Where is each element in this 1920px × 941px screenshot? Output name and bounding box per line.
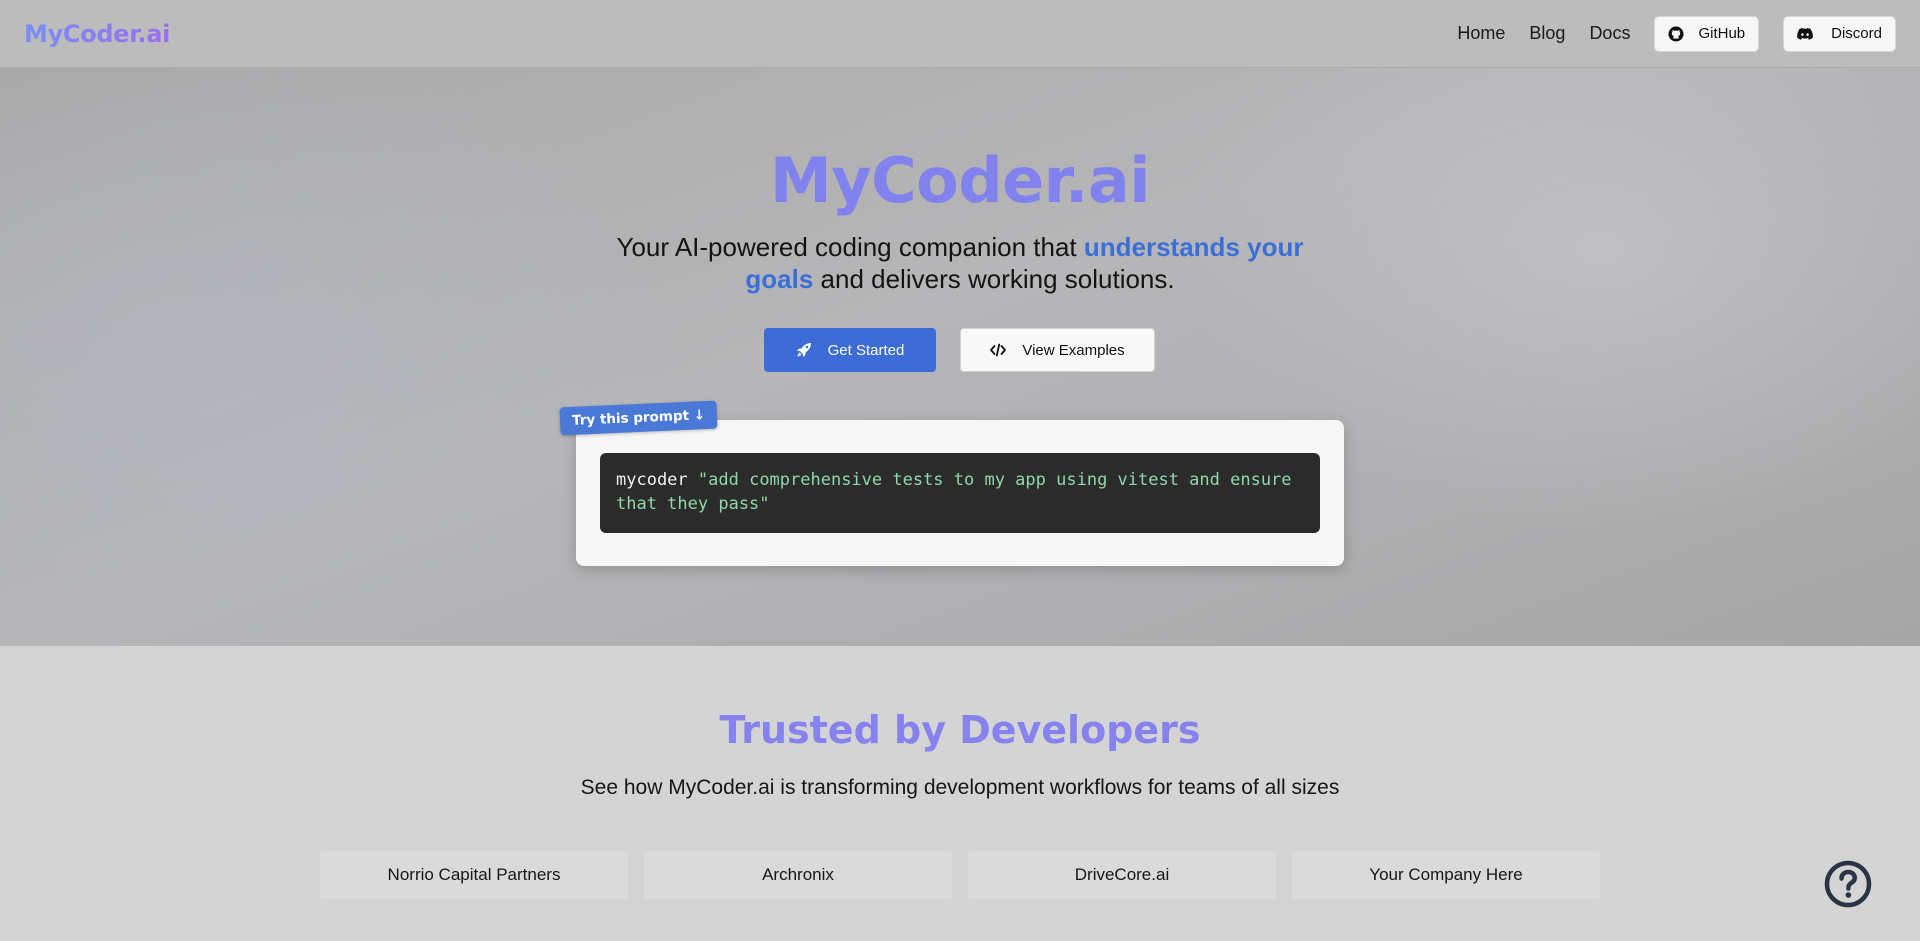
discord-icon — [1797, 27, 1814, 40]
view-examples-button[interactable]: View Examples — [960, 328, 1155, 372]
company-card: Archronix — [644, 851, 952, 899]
company-logos-row: Norrio Capital Partners Archronix DriveC… — [320, 851, 1600, 899]
discord-button[interactable]: Discord — [1783, 15, 1896, 52]
get-started-button[interactable]: Get Started — [764, 328, 936, 372]
question-circle-icon — [1824, 860, 1872, 908]
rocket-icon — [796, 343, 811, 357]
nav-right: Home Blog Docs GitHub Discord — [1433, 15, 1896, 52]
prompt-card: mycoder "add comprehensive tests to my a… — [576, 420, 1344, 566]
get-started-label: Get Started — [827, 341, 905, 359]
github-button-label: GitHub — [1698, 25, 1746, 42]
company-card: Your Company Here — [1292, 851, 1600, 899]
hero-subtitle-pre: Your AI-powered coding companion that — [616, 232, 1084, 262]
code-icon — [990, 343, 1007, 357]
nav-link-home[interactable]: Home — [1457, 23, 1505, 44]
site-logo[interactable]: MyCoder.ai — [24, 20, 170, 48]
company-card: DriveCore.ai — [968, 851, 1276, 899]
hero-subtitle-post: and delivers working solutions. — [813, 264, 1175, 294]
trusted-subtitle: See how MyCoder.ai is transforming devel… — [580, 776, 1340, 799]
trusted-section: Trusted by Developers See how MyCoder.ai… — [0, 646, 1920, 941]
hero-section: MyCoder.ai Your AI-powered coding compan… — [0, 68, 1920, 646]
nav-link-blog[interactable]: Blog — [1529, 23, 1565, 44]
prompt-code-block[interactable]: mycoder "add comprehensive tests to my a… — [600, 453, 1320, 533]
view-examples-label: View Examples — [1022, 341, 1125, 359]
nav-link-docs[interactable]: Docs — [1589, 23, 1630, 44]
hero-subtitle: Your AI-powered coding companion that un… — [610, 231, 1310, 295]
hero-title: MyCoder.ai — [769, 144, 1151, 217]
prompt-command: mycoder — [616, 470, 688, 490]
trusted-title: Trusted by Developers — [719, 708, 1201, 752]
company-card: Norrio Capital Partners — [320, 851, 628, 899]
github-icon — [1668, 26, 1684, 41]
prompt-string: "add comprehensive tests to my app using… — [616, 470, 1292, 514]
help-button[interactable] — [1824, 860, 1872, 908]
github-button[interactable]: GitHub — [1654, 15, 1760, 52]
discord-button-label: Discord — [1831, 25, 1882, 42]
navbar: MyCoder.ai Home Blog Docs GitHub Discord — [0, 0, 1920, 68]
